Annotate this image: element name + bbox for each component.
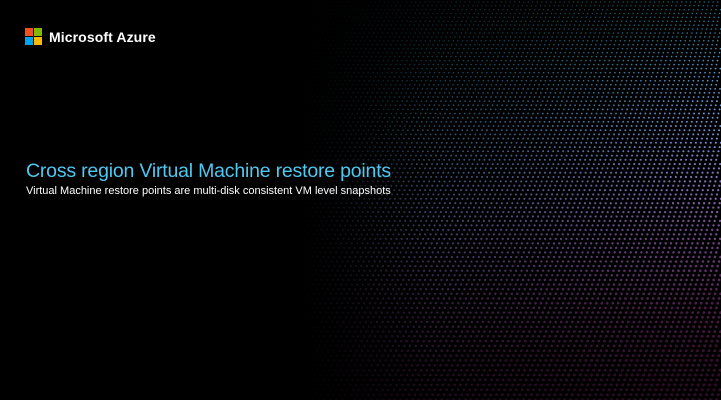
slide: Microsoft Azure Cross region Virtual Mac… (0, 0, 721, 400)
background-dot-pattern (0, 0, 721, 400)
